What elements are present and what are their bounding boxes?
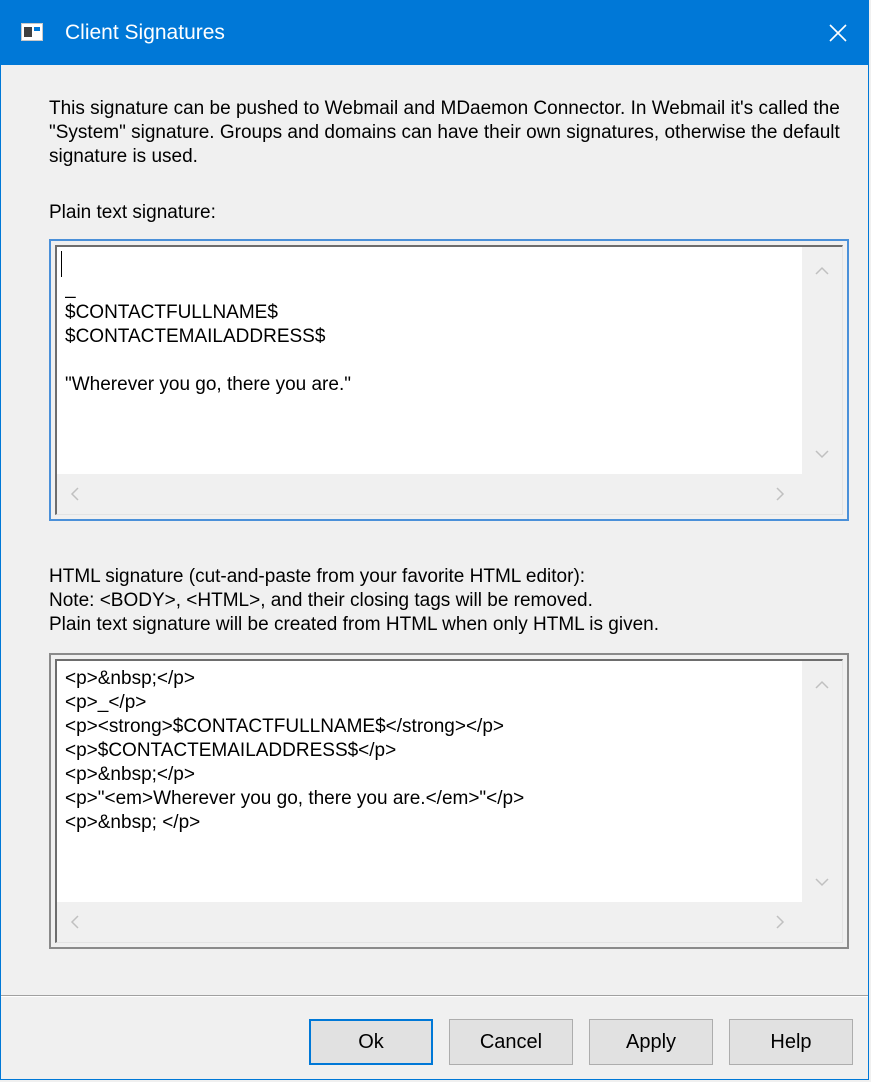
close-icon [829,24,847,42]
ok-button[interactable]: Ok [309,1019,433,1065]
scroll-down-arrow-icon[interactable] [814,446,830,462]
plain-signature-textarea[interactable]: _ $CONTACTFULLNAME$ $CONTACTEMAILADDRESS… [55,245,843,515]
html-signature-group: <p>&nbsp;</p> <p>_</p> <p><strong>$CONTA… [49,653,849,949]
html-signature-text: <p>&nbsp;</p> <p>_</p> <p><strong>$CONTA… [65,668,525,833]
html-vertical-scrollbar[interactable] [802,661,842,902]
window-title: Client Signatures [65,21,225,44]
html-signature-label-1: HTML signature (cut-and-paste from your … [49,566,586,587]
cancel-button[interactable]: Cancel [449,1019,573,1065]
plain-signature-text: _ $CONTACTFULLNAME$ $CONTACTEMAILADDRESS… [65,278,351,395]
scroll-up-arrow-icon[interactable] [814,677,830,693]
plain-signature-label: Plain text signature: [49,202,216,223]
description-text: This signature can be pushed to Webmail … [49,98,840,167]
title-bar[interactable]: Client Signatures [1,1,868,65]
client-signatures-dialog: Client Signatures This signature can be … [0,0,869,1080]
plain-vertical-scrollbar[interactable] [802,247,842,474]
plain-signature-group: _ $CONTACTFULLNAME$ $CONTACTEMAILADDRESS… [49,239,849,521]
scroll-left-arrow-icon[interactable] [67,486,83,502]
scroll-right-arrow-icon[interactable] [772,914,788,930]
scroll-corner [802,902,842,942]
html-horizontal-scrollbar[interactable] [57,902,802,942]
ok-button-label: Ok [358,1031,384,1053]
window-app-icon [21,23,43,41]
scroll-corner [802,474,842,514]
scroll-down-arrow-icon[interactable] [814,874,830,890]
scroll-up-arrow-icon[interactable] [814,263,830,279]
html-signature-label-3: Plain text signature will be created fro… [49,614,660,635]
html-signature-label-2: Note: <BODY>, <HTML>, and their closing … [49,590,593,611]
plain-horizontal-scrollbar[interactable] [57,474,802,514]
footer-divider [1,995,868,997]
close-button[interactable] [808,1,868,65]
help-button[interactable]: Help [729,1019,853,1065]
scroll-right-arrow-icon[interactable] [772,486,788,502]
html-signature-textarea[interactable]: <p>&nbsp;</p> <p>_</p> <p><strong>$CONTA… [55,659,843,943]
scroll-left-arrow-icon[interactable] [67,914,83,930]
apply-button[interactable]: Apply [589,1019,713,1065]
text-caret [61,251,62,277]
